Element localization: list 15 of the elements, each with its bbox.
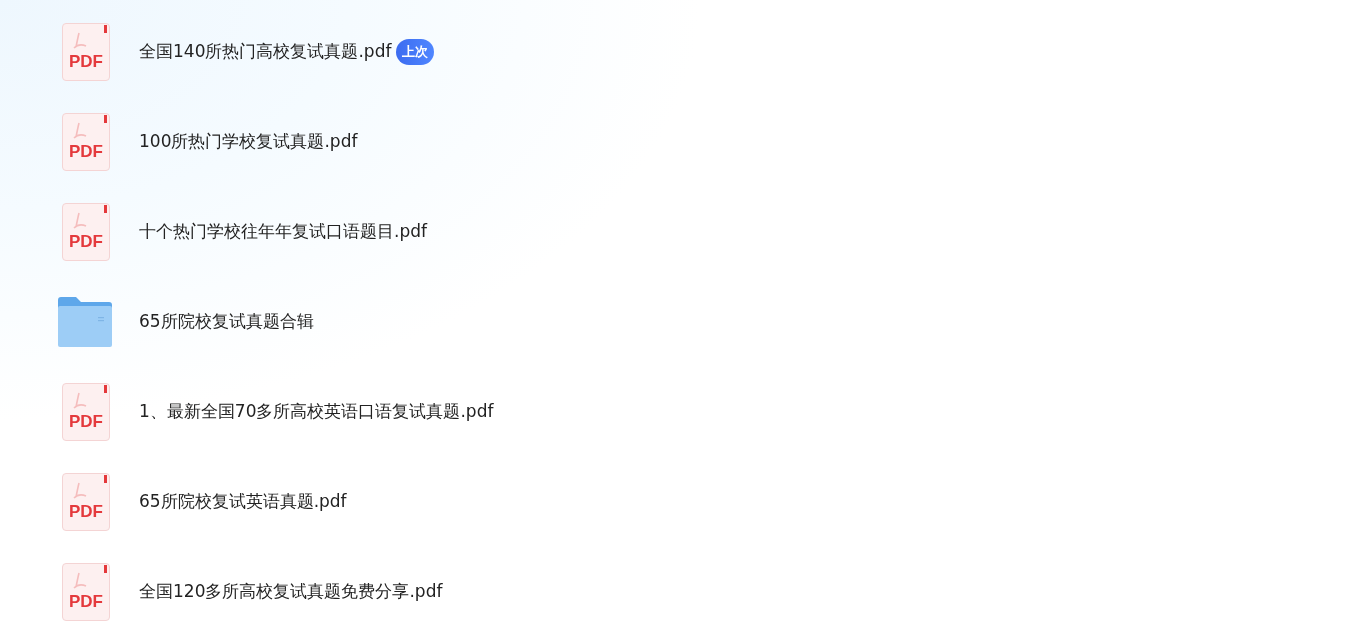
- file-name[interactable]: 65所院校复试英语真题.pdf: [139, 489, 347, 515]
- file-name[interactable]: 全国140所热门高校复试真题.pdf: [139, 39, 392, 65]
- file-name[interactable]: 全国120多所高校复试真题免费分享.pdf: [139, 579, 443, 605]
- pdf-icon: PDF: [62, 383, 110, 441]
- file-name[interactable]: 1、最新全国70多所高校英语口语复试真题.pdf: [139, 399, 494, 425]
- pdf-icon: PDF: [62, 23, 110, 81]
- file-name[interactable]: 65所院校复试真题合辑: [139, 309, 314, 335]
- pdf-icon: PDF: [62, 473, 110, 531]
- file-name[interactable]: 十个热门学校往年年复试口语题目.pdf: [139, 219, 427, 245]
- pdf-icon: PDF: [62, 203, 110, 261]
- pdf-icon: PDF: [62, 563, 110, 621]
- file-name[interactable]: 100所热门学校复试真题.pdf: [139, 129, 358, 155]
- recent-tag: 上次: [396, 39, 435, 65]
- pdf-icon: PDF: [62, 113, 110, 171]
- folder-icon: [58, 297, 112, 347]
